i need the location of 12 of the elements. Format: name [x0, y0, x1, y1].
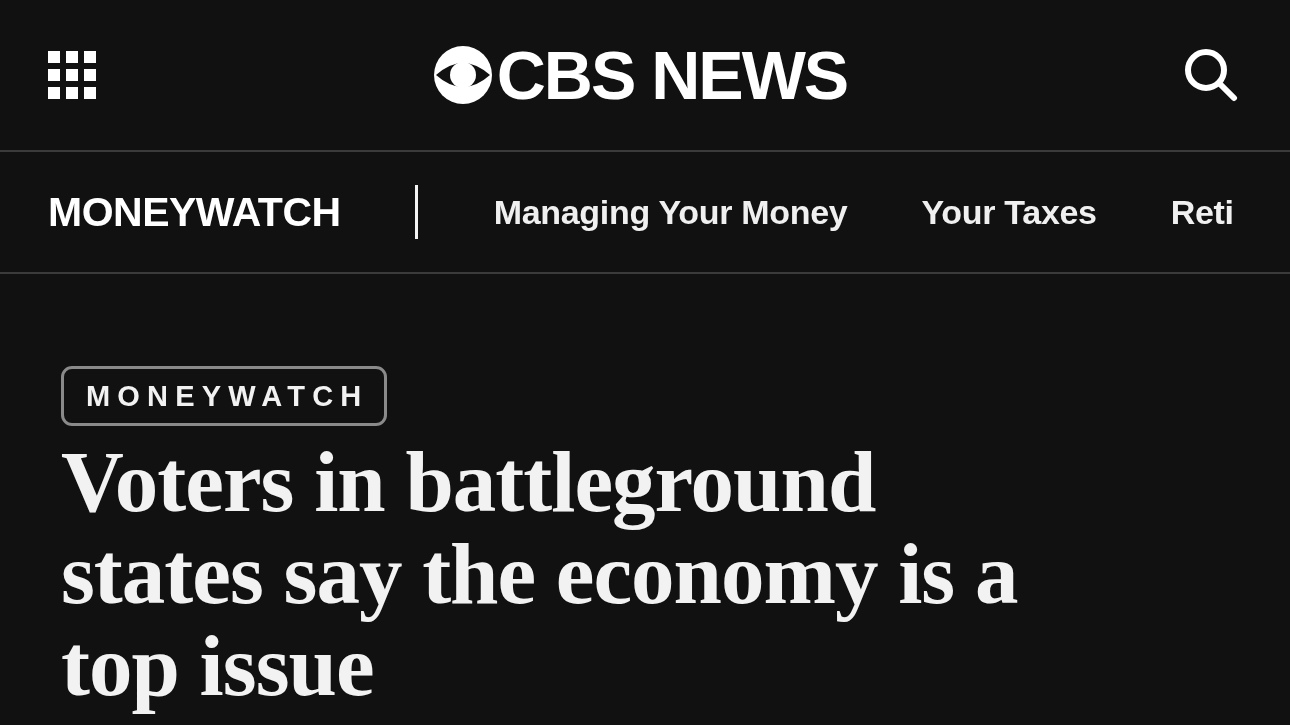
search-button[interactable] — [1184, 48, 1238, 102]
category-tag-link[interactable]: MONEYWATCH — [61, 366, 387, 426]
search-icon — [1184, 48, 1238, 102]
eye-logo-icon — [432, 46, 493, 104]
grid-menu-icon — [48, 51, 96, 99]
apps-menu-button[interactable] — [48, 51, 96, 99]
article-headline: Voters in battleground states say the economy is a top issue — [61, 435, 1019, 712]
section-nav-link[interactable]: Your Taxes — [921, 195, 1097, 229]
home-logo-link[interactable]: CBS NEWS — [432, 41, 848, 109]
section-nav-link[interactable]: Managing Your Money — [493, 195, 848, 229]
section-nav-link[interactable]: Reti — [1170, 195, 1234, 229]
section-title-link[interactable]: MONEYWATCH — [48, 191, 341, 233]
